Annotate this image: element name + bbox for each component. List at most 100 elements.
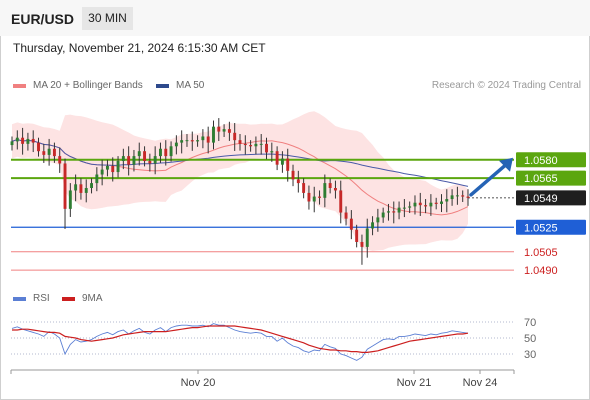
- candle-body: [376, 217, 380, 223]
- candle-body: [265, 143, 268, 153]
- rsi-tick-30: 30: [524, 349, 536, 361]
- x-tick-label: Nov 20: [181, 377, 216, 389]
- candle-body: [392, 211, 396, 213]
- candle-body: [100, 169, 104, 175]
- candle-body: [318, 196, 321, 198]
- price-chart: 1.0580 1.0565 1.0525 1.0505 1.0490 1.0549 70 5…: [10, 111, 586, 389]
- level-label-1.0505: 1.0505: [524, 247, 558, 259]
- candle-body: [31, 138, 35, 143]
- candle-body: [355, 229, 359, 242]
- candle-body: [74, 184, 78, 191]
- candle-body: [312, 196, 316, 202]
- candle-body: [79, 184, 83, 193]
- current-price-label: 1.0549: [524, 193, 558, 205]
- candle-body: [333, 188, 337, 191]
- candle-body: [21, 137, 25, 144]
- candle-body: [52, 148, 56, 157]
- x-tick-label: Nov 21: [397, 377, 432, 389]
- candle-body: [243, 143, 247, 146]
- candle-body: [217, 126, 221, 132]
- candle-body: [227, 129, 231, 133]
- level-label-1.0490: 1.0490: [524, 265, 558, 277]
- candle-body: [418, 202, 422, 206]
- candle-body: [180, 140, 184, 143]
- candle-body: [37, 142, 40, 152]
- candle-body: [360, 241, 364, 247]
- candle-body: [344, 212, 348, 219]
- candle-body: [424, 205, 428, 207]
- candle-body: [42, 151, 46, 155]
- candle-body: [249, 145, 253, 147]
- candle-body: [397, 207, 401, 213]
- level-label-1.0525: 1.0525: [524, 222, 558, 234]
- candle-body: [461, 195, 465, 197]
- rsi-line: [11, 323, 469, 361]
- candle-body: [105, 165, 109, 170]
- candle-body: [185, 140, 189, 142]
- candle-body: [413, 202, 417, 207]
- forecast-arrow-shaft: [469, 162, 509, 197]
- candle-body: [455, 195, 459, 197]
- candle-body: [111, 165, 115, 173]
- candle-body: [84, 188, 88, 193]
- candle-body: [137, 151, 141, 157]
- candle-body: [148, 161, 152, 164]
- candle-body: [63, 163, 67, 209]
- rsi-ma-line: [12, 325, 469, 353]
- candle-body: [132, 156, 136, 165]
- candle-body: [466, 196, 470, 198]
- candle-body: [440, 201, 443, 204]
- candle-body: [169, 146, 173, 157]
- candle-body: [371, 222, 375, 229]
- candle-body: [328, 183, 332, 188]
- candle-body: [280, 158, 284, 165]
- candle-body: [196, 140, 200, 142]
- candle-body: [222, 129, 226, 132]
- candle-body: [15, 137, 19, 142]
- candle-body: [323, 183, 327, 198]
- rsi-tick-70: 70: [524, 317, 536, 329]
- candle-body: [339, 190, 343, 213]
- candle-body: [429, 202, 433, 207]
- candle-body: [445, 199, 449, 202]
- candle-body: [286, 158, 290, 171]
- candle-body: [95, 174, 99, 184]
- candle-body: [381, 212, 385, 218]
- candle-body: [296, 179, 300, 184]
- candle-body: [402, 207, 406, 209]
- candle-body: [10, 141, 14, 146]
- candle-body: [254, 143, 258, 147]
- candle-body: [307, 192, 311, 202]
- candle-body: [302, 183, 306, 193]
- bollinger-band: [12, 111, 468, 251]
- rsi-tick-50: 50: [524, 333, 536, 345]
- candle-body: [291, 170, 295, 180]
- level-label-1.0565: 1.0565: [524, 173, 558, 185]
- candle-body: [349, 218, 353, 230]
- candle-body: [116, 161, 120, 173]
- candle-body: [206, 136, 210, 143]
- candle-body: [212, 126, 215, 143]
- candle-body: [233, 132, 237, 141]
- candle-body: [434, 202, 438, 204]
- candle-body: [127, 156, 131, 165]
- candle-body: [387, 211, 390, 213]
- candle-body: [270, 151, 274, 153]
- candle-body: [275, 151, 279, 165]
- candle-body: [408, 206, 412, 208]
- candle-body: [47, 148, 51, 155]
- candle-body: [190, 140, 194, 142]
- candle-body: [450, 195, 454, 200]
- x-tick-label: Nov 24: [463, 377, 498, 389]
- candle-body: [365, 228, 369, 247]
- candle-body: [259, 143, 263, 145]
- level-label-1.0580: 1.0580: [524, 155, 558, 167]
- candle-body: [68, 190, 72, 209]
- candle-body: [90, 183, 93, 188]
- candle-body: [143, 151, 147, 162]
- candle-body: [201, 136, 205, 141]
- candle-body: [164, 148, 168, 157]
- candle-body: [26, 138, 30, 144]
- candle-body: [121, 156, 125, 162]
- candle-body: [174, 142, 178, 147]
